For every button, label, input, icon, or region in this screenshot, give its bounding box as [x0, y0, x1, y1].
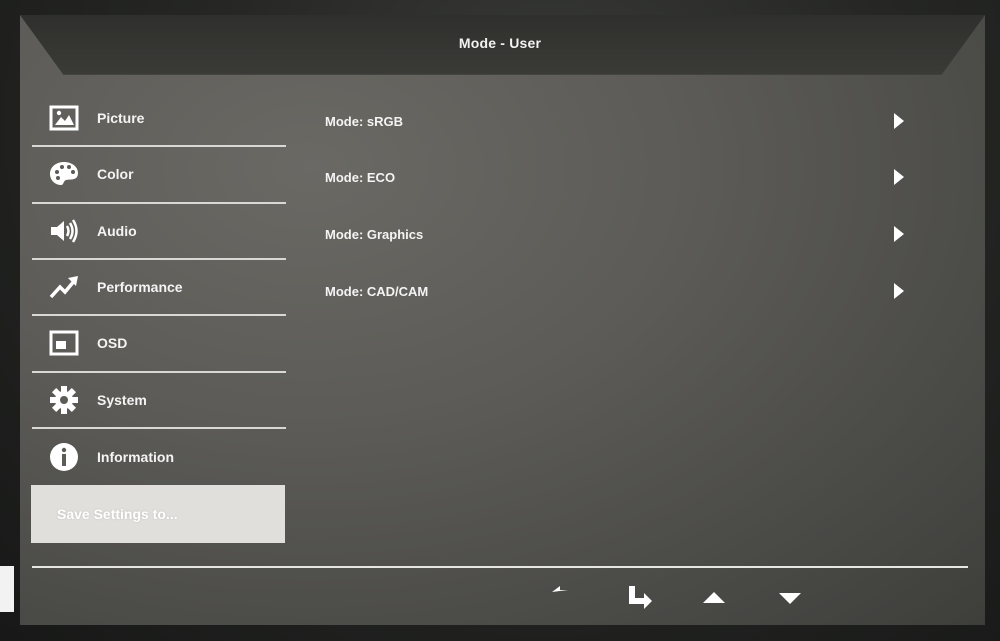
up-button[interactable]	[700, 584, 728, 610]
triangle-down-icon	[779, 593, 801, 604]
menu-item-information[interactable]: Information	[32, 430, 286, 484]
mode-label: Mode: Graphics	[325, 226, 424, 242]
menu-item-osd[interactable]: OSD	[32, 316, 286, 370]
menu-item-audio[interactable]: Audio	[32, 204, 286, 258]
menu-item-label: Audio	[97, 223, 137, 239]
menu-item-performance[interactable]: Performance	[32, 260, 286, 314]
arrow-right-icon	[894, 283, 904, 299]
back-button[interactable]	[550, 584, 578, 610]
back-arrow-icon	[552, 586, 568, 592]
picture-icon	[48, 102, 80, 134]
arrow-right-icon	[894, 226, 904, 242]
menu-item-color[interactable]: Color	[32, 147, 286, 201]
enter-arrow-icon	[629, 586, 652, 609]
mode-item-eco[interactable]: Mode: ECO	[325, 163, 905, 191]
bezel-edge	[0, 566, 14, 612]
mode-label: Mode: sRGB	[325, 113, 403, 129]
arrow-right-icon	[894, 169, 904, 185]
enter-button[interactable]	[626, 584, 654, 610]
info-icon	[48, 441, 80, 473]
triangle-up-icon	[703, 592, 725, 603]
mode-item-srgb[interactable]: Mode: sRGB	[325, 107, 905, 135]
menu-item-label: OSD	[97, 335, 128, 351]
mode-label: Mode: CAD/CAM	[325, 283, 429, 299]
down-button[interactable]	[776, 584, 804, 610]
palette-icon	[48, 158, 80, 190]
osd-window-icon	[48, 327, 80, 359]
save-settings-label: Save Settings to...	[57, 506, 178, 522]
speaker-icon	[48, 215, 80, 247]
menu-item-system[interactable]: System	[32, 373, 286, 427]
save-settings-item[interactable]: Save Settings to...	[31, 485, 285, 543]
mode-item-graphics[interactable]: Mode: Graphics	[325, 220, 905, 248]
menu-item-picture[interactable]: Picture	[32, 91, 286, 145]
arrow-right-icon	[894, 113, 904, 129]
page-title: Mode - User	[458, 35, 542, 51]
footer-divider	[32, 566, 968, 568]
menu-item-label: Information	[97, 449, 174, 465]
menu-item-label: System	[97, 392, 147, 408]
gear-icon	[48, 384, 80, 416]
mode-label: Mode: ECO	[325, 169, 396, 185]
mode-item-cad-cam[interactable]: Mode: CAD/CAM	[325, 277, 905, 305]
menu-item-label: Picture	[97, 110, 145, 126]
menu-divider	[32, 427, 286, 429]
menu-item-label: Color	[97, 166, 134, 182]
trend-arrow-icon	[48, 271, 80, 303]
menu-item-label: Performance	[97, 279, 183, 295]
